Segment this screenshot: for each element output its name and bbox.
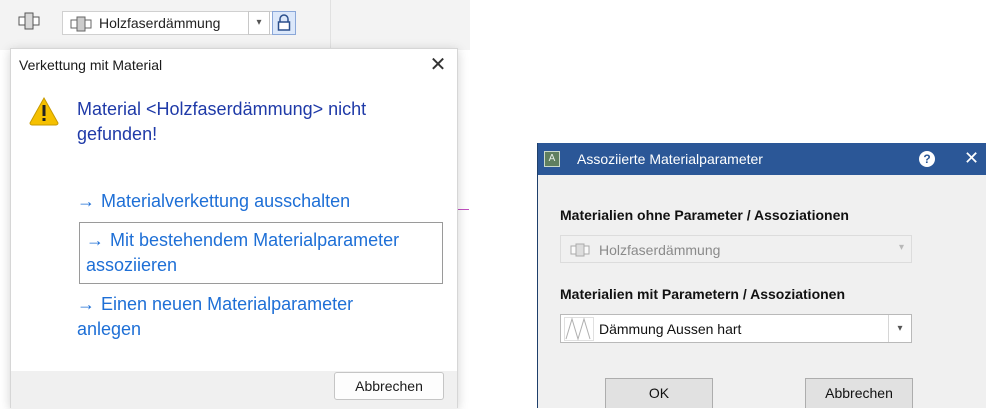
- warning-icon: [29, 96, 59, 126]
- background-toolbar: Holzfaserdämmung ▾: [0, 0, 470, 50]
- insulation-hatch-icon: [564, 317, 594, 341]
- close-icon[interactable]: ✕: [964, 147, 979, 169]
- select-value: Holzfaserdämmung: [599, 242, 721, 258]
- chevron-down-icon[interactable]: ▾: [248, 11, 270, 35]
- dialog-title: Verkettung mit Material: [19, 57, 163, 73]
- lock-icon: [277, 14, 291, 31]
- command-link-associate[interactable]: → Mit bestehendem Materialparameter assoz…: [79, 222, 443, 284]
- section-label: Materialien ohne Parameter / Assoziation…: [560, 207, 849, 223]
- materials-without-params-select: Holzfaserdämmung ▾: [560, 235, 912, 263]
- dialog-title: Assoziierte Materialparameter: [577, 151, 763, 167]
- close-icon[interactable]: ✕: [425, 52, 451, 78]
- link-material-dialog: Verkettung mit Material ✕ Material <Holz…: [10, 48, 458, 409]
- material-icon: [70, 16, 92, 32]
- dialog-title-bar: Verkettung mit Material ✕: [11, 49, 457, 81]
- cancel-button[interactable]: Abbrechen: [334, 372, 444, 400]
- arrow-right-icon: →: [77, 191, 95, 211]
- material-combo-value: Holzfaserdämmung: [99, 15, 221, 31]
- section-label: Materialien mit Parametern / Assoziation…: [560, 286, 846, 302]
- toolbar-separator: [330, 0, 331, 50]
- command-link-new[interactable]: → Einen neuen Materialparameter anlegen: [77, 292, 417, 342]
- lock-button[interactable]: [272, 11, 296, 35]
- command-label: Materialverkettung ausschalten: [101, 191, 351, 211]
- dialog-body: Material <Holzfaserdämmung> nicht gefund…: [15, 81, 451, 371]
- command-label: Mit bestehendem Materialparameter assozi…: [86, 230, 400, 275]
- arrow-right-icon: →: [77, 294, 95, 314]
- layer-material-icon[interactable]: [18, 12, 40, 30]
- help-icon[interactable]: ?: [919, 151, 935, 167]
- chevron-down-icon[interactable]: ▾: [888, 315, 911, 342]
- associated-material-dialog: A Assoziierte Materialparameter ? ✕ Mate…: [537, 143, 986, 408]
- chevron-down-icon: ▾: [898, 242, 904, 253]
- dialog-title-bar: A Assoziierte Materialparameter ? ✕: [538, 143, 986, 175]
- arrow-right-icon: →: [86, 230, 104, 250]
- ok-button[interactable]: OK: [605, 378, 713, 408]
- materials-with-params-select[interactable]: Dämmung Aussen hart ▾: [560, 314, 912, 343]
- drawing-line: [457, 209, 469, 210]
- select-value: Dämmung Aussen hart: [599, 321, 742, 337]
- command-link-disable[interactable]: → Materialverkettung ausschalten: [77, 189, 417, 214]
- material-icon: [570, 243, 590, 257]
- cancel-button[interactable]: Abbrechen: [805, 378, 913, 408]
- error-message: Material <Holzfaserdämmung> nicht gefund…: [77, 99, 367, 144]
- material-combo[interactable]: Holzfaserdämmung: [62, 11, 274, 35]
- app-icon: A: [544, 151, 560, 167]
- command-label: Einen neuen Materialparameter anlegen: [77, 294, 354, 339]
